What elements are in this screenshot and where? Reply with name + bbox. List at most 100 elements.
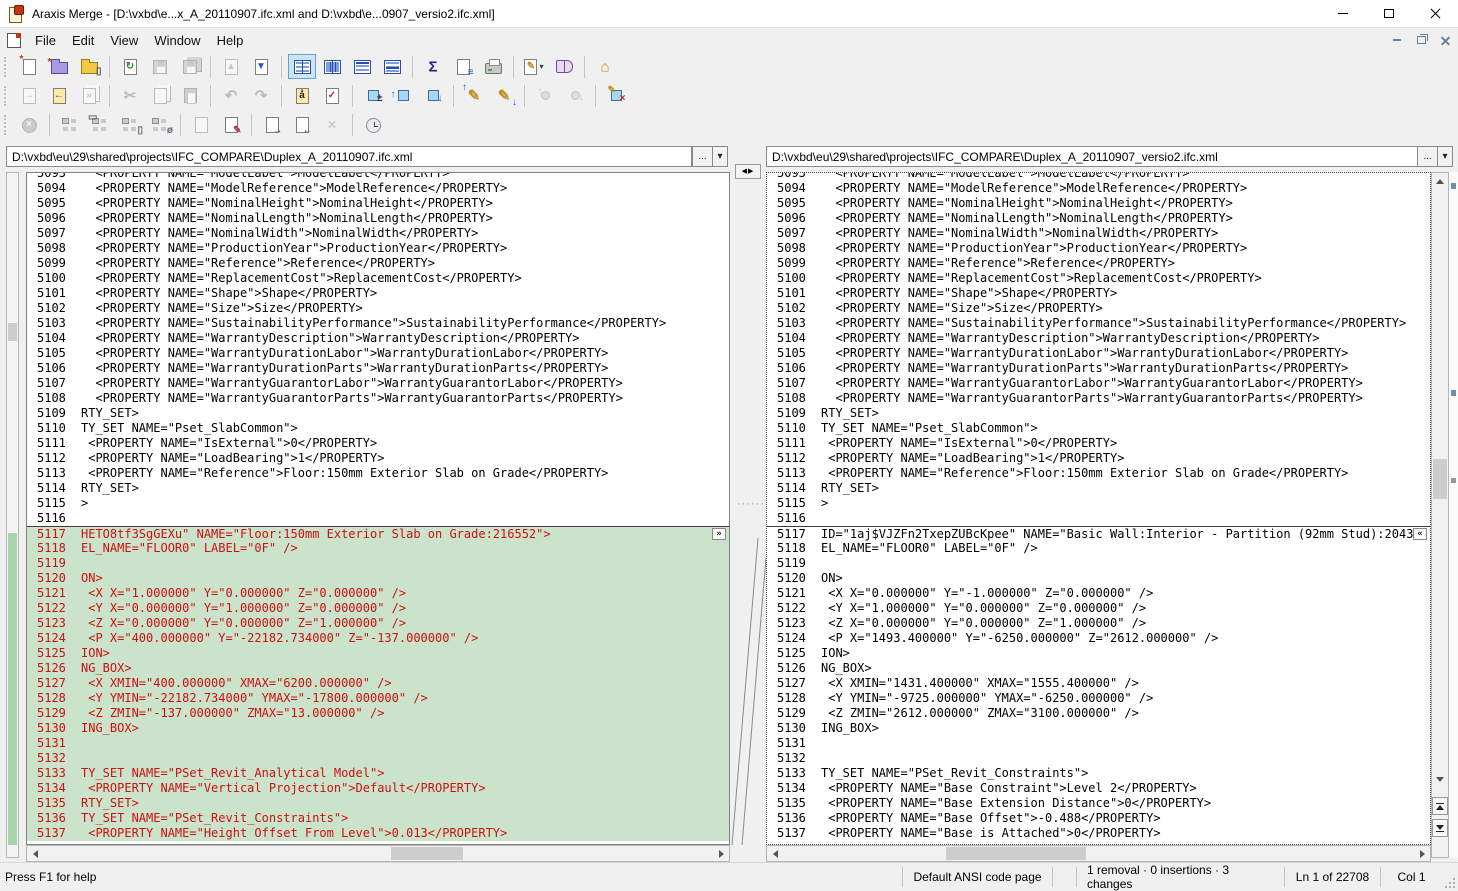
scroll-down-arrow-icon[interactable]	[1436, 777, 1444, 782]
overview-marker[interactable]	[1451, 478, 1456, 483]
right-path-dropdown-button[interactable]: ▾	[1437, 146, 1453, 167]
previous-edit-button[interactable]: ✎↑	[460, 83, 488, 108]
open-in-editor-button[interactable]: ✎	[217, 113, 245, 138]
character-encoding-button[interactable]: å	[288, 83, 316, 108]
next-change-button[interactable]: ↓	[419, 83, 447, 108]
titlebar: Araxis Merge - [D:\vxbd\e...x_A_20110907…	[0, 0, 1458, 28]
left-scrollbar-thumb[interactable]	[8, 323, 17, 341]
right-file-path-input[interactable]	[766, 146, 1418, 167]
layout-side-by-side-icon	[294, 60, 311, 74]
options-button[interactable]: ✎▾	[520, 54, 548, 79]
mdi-minimize-button[interactable]	[1386, 32, 1408, 48]
left-file-pane[interactable]: 5093 <PROPERTY NAME="ModelLabel">ModelLa…	[26, 172, 730, 845]
right-change-overview-strip[interactable]	[1449, 172, 1458, 858]
new-folder-comparison-icon: *	[51, 62, 68, 74]
copy-to-left-button[interactable]: ←	[45, 83, 73, 108]
next-change-scroll-button[interactable]	[1432, 819, 1448, 837]
spelling-check-button[interactable]: ✓	[318, 83, 346, 108]
undo-icon: ↶	[223, 88, 239, 104]
menu-window[interactable]: Window	[146, 31, 208, 50]
splitter-sync-button[interactable]: ◀▶	[735, 164, 761, 179]
line-number: 5098	[27, 241, 81, 256]
close-button[interactable]	[1412, 0, 1458, 28]
right-browse-button[interactable]: ...	[1417, 146, 1438, 167]
left-hscroll-thumb[interactable]	[391, 847, 463, 860]
line-number: 5110	[27, 421, 81, 436]
toolbar-grip[interactable]	[4, 86, 8, 106]
resize-grip[interactable]	[1442, 863, 1458, 891]
change-block-link-marker[interactable]: »	[712, 528, 726, 540]
overview-marker[interactable]	[1451, 183, 1456, 189]
code-line: 5129 <Z ZMIN="-137.000000" ZMAX="13.0000…	[27, 706, 729, 721]
right-hscroll-thumb[interactable]	[946, 847, 1086, 860]
minimize-button[interactable]	[1320, 0, 1366, 28]
new-file-comparison-button[interactable]: *	[15, 54, 43, 79]
layout-top-bottom-split-button[interactable]	[378, 54, 406, 79]
menu-help[interactable]: Help	[209, 31, 252, 50]
layout-side-by-side-button[interactable]	[288, 54, 316, 79]
scroll-left-arrow-icon[interactable]	[767, 846, 783, 861]
statistics-icon: Σ	[425, 59, 441, 75]
next-edit-button[interactable]: ✎↓	[490, 83, 518, 108]
scroll-left-arrow-icon[interactable]	[27, 846, 43, 861]
statistics-button[interactable]: Σ	[419, 54, 447, 79]
toolbar-grip[interactable]	[4, 57, 8, 77]
dropdown-arrow-icon[interactable]: ▾	[539, 62, 543, 71]
recompare-button[interactable]: ↻	[116, 54, 144, 79]
scroll-right-arrow-icon[interactable]	[713, 846, 729, 861]
print-button[interactable]	[479, 54, 507, 79]
mdi-restore-button[interactable]	[1410, 32, 1432, 48]
left-horizontal-scrollbar[interactable]	[26, 845, 730, 862]
new-folder-comparison-button[interactable]: *	[45, 54, 73, 79]
show-unchanged-blocks-button[interactable]: ø	[146, 113, 174, 138]
right-horizontal-scrollbar[interactable]	[766, 845, 1431, 862]
next-change-icon: ↓	[428, 90, 439, 101]
help-book-button[interactable]	[550, 54, 578, 79]
overview-marker[interactable]	[1451, 390, 1456, 396]
right-vertical-scrollbar[interactable]	[1431, 172, 1449, 858]
icon-overlay: ≡	[468, 68, 474, 78]
show-blocks-with-context-button[interactable]: ▯	[116, 113, 144, 138]
export-file-button[interactable]: →	[258, 113, 286, 138]
left-file-path-input[interactable]	[6, 146, 692, 167]
toolbar-grip[interactable]	[4, 115, 8, 135]
maximize-button[interactable]	[1366, 0, 1412, 28]
left-browse-button[interactable]: ...	[692, 146, 713, 167]
scroll-up-arrow-icon[interactable]	[1436, 179, 1444, 184]
menu-edit[interactable]: Edit	[64, 31, 102, 50]
mdi-close-button[interactable]	[1434, 32, 1456, 48]
change-block-link-marker[interactable]: «	[1413, 528, 1427, 540]
left-change-overview-marker[interactable]	[8, 533, 17, 845]
line-text: <PROPERTY NAME="Base Offset">-0.488</PRO…	[821, 811, 1161, 826]
previous-change-scroll-button[interactable]	[1432, 797, 1448, 815]
code-line: 5125ION>	[27, 646, 729, 661]
left-overview-scrollbar[interactable]	[6, 172, 19, 858]
line-text: <X X="0.000000" Y="-1.000000" Z="0.00000…	[821, 586, 1153, 601]
icon-overlay: *	[20, 55, 24, 65]
open-comparison-button[interactable]: ▯	[75, 54, 103, 79]
line-number: 5117	[767, 527, 821, 541]
show-changed-blocks-button[interactable]: ▭	[86, 113, 114, 138]
next-file-button[interactable]: ▼	[247, 54, 275, 79]
home-icon: ⌂	[597, 59, 613, 75]
file-history-button[interactable]	[359, 113, 387, 138]
menu-file[interactable]: File	[27, 31, 64, 50]
home-button[interactable]: ⌂	[591, 54, 619, 79]
icon-overlay: →	[273, 126, 283, 136]
show-all-blocks-button[interactable]	[56, 113, 84, 138]
previous-change-button[interactable]: ↑	[389, 83, 417, 108]
right-scrollbar-thumb[interactable]	[1433, 459, 1447, 499]
report-button[interactable]: ≡	[449, 54, 477, 79]
layout-top-bottom-button[interactable]	[348, 54, 376, 79]
document-icon[interactable]	[7, 33, 21, 48]
import-file-button[interactable]: ←	[288, 113, 316, 138]
remove-all-edits-button[interactable]: ✎×	[602, 83, 630, 108]
change-block-options-button[interactable]: ±	[359, 83, 387, 108]
right-file-pane[interactable]: 5093 <PROPERTY NAME="ModelLabel">ModelLa…	[766, 172, 1431, 845]
scroll-right-arrow-icon[interactable]	[1414, 846, 1430, 861]
menu-view[interactable]: View	[102, 31, 146, 50]
left-path-dropdown-button[interactable]: ▾	[712, 146, 728, 167]
layout-three-pane-button[interactable]	[318, 54, 346, 79]
line-text: RTY_SET>	[81, 796, 139, 811]
line-number: 5128	[27, 691, 81, 706]
